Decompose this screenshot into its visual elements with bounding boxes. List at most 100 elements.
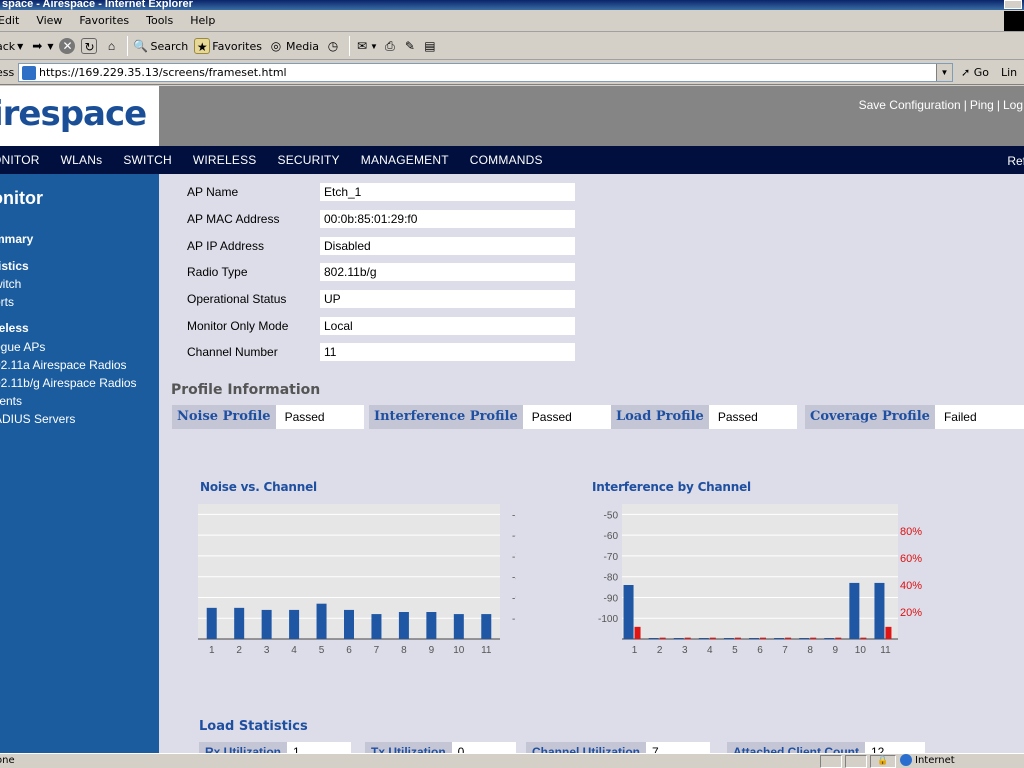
stop-icon[interactable]: ✕ (59, 38, 76, 54)
chevron-down-icon[interactable]: ▼ (936, 64, 952, 81)
menu-tools[interactable]: Tools (146, 14, 173, 27)
field-label: AP IP Address (187, 239, 264, 253)
chevron-down-icon[interactable]: ▼ (370, 42, 378, 51)
main-content: AP Name Etch_1 AP MAC Address 00:0b:85:0… (160, 174, 1024, 753)
load-value: 12 (865, 742, 925, 753)
edit-icon[interactable]: ✎ (402, 38, 418, 54)
bar (344, 609, 354, 639)
y2-tick-label: 40% (900, 580, 922, 592)
nav-wlans[interactable]: WLANs (61, 153, 103, 167)
bar (673, 638, 684, 639)
bar (634, 626, 641, 639)
nav-commands[interactable]: COMMANDS (470, 153, 543, 167)
home-icon[interactable]: ⌂ (103, 38, 119, 54)
sidebar-item-radius-servers[interactable]: ADIUS Servers (0, 412, 75, 426)
window-title: space - Airespace - Internet Explorer (2, 0, 193, 10)
bar (760, 637, 766, 639)
sidebar-item-radios-bg[interactable]: 02.11b/g Airespace Radios (0, 376, 137, 390)
ping-link[interactable]: Ping (970, 98, 994, 112)
back-button[interactable]: ack ▼ (0, 40, 23, 53)
bar (453, 614, 464, 639)
menu-help[interactable]: Help (190, 14, 215, 27)
sidebar-item-summary[interactable]: mmary (0, 232, 33, 246)
print-icon[interactable]: ⎙ (382, 38, 398, 54)
refresh-icon[interactable]: ↻ (81, 38, 98, 54)
sidebar-item-radios-a[interactable]: 02.11a Airespace Radios (0, 358, 127, 372)
y-tick-label: -100 (598, 614, 618, 625)
x-tick-label: 8 (807, 645, 813, 656)
page-icon (22, 65, 36, 80)
discuss-icon[interactable]: ▤ (422, 38, 438, 54)
chevron-down-icon: ▼ (47, 41, 54, 51)
y-tick-label: -60 (512, 531, 516, 542)
logout-link[interactable]: Log (1003, 98, 1023, 112)
search-button[interactable]: 🔍 Search (132, 38, 188, 54)
media-label: Media (285, 39, 320, 53)
minimize-button[interactable] (1004, 0, 1022, 9)
channel-number-value: 11 (320, 343, 575, 361)
refresh-link[interactable]: Refr (1007, 154, 1024, 168)
interference-by-channel-chart: -50 -60 -70 -80 -90 -100 1 2 3 4 5 6 7 8 9 10 11 80% 60% 40… (598, 504, 922, 656)
x-tick-label: 11 (880, 645, 891, 656)
nav-monitor[interactable]: ONITOR (0, 153, 40, 167)
y-tick-label: -90 (512, 593, 516, 604)
sidebar: onitor mmary tistics witch orts reless o… (0, 174, 159, 753)
favorites-button[interactable]: ★ Favorites (194, 38, 262, 54)
sidebar-item-ports[interactable]: orts (0, 295, 14, 309)
browser-toolbar: ack ▼ ➡ ▼ ✕ ↻ ⌂ 🔍 Search ★ Favorites ◎ M… (0, 33, 1024, 60)
nav-management[interactable]: MANAGEMENT (361, 153, 449, 167)
y-tick-label: -70 (604, 552, 619, 563)
airespace-logo: irespace (0, 94, 147, 134)
x-tick-label: 3 (264, 645, 270, 656)
x-tick-label: 6 (757, 645, 763, 656)
main-nav: ONITOR WLANs SWITCH WIRELESS SECURITY MA… (0, 146, 1024, 174)
y2-tick-label: 60% (900, 553, 922, 565)
go-button[interactable]: ➚ Go (961, 66, 989, 79)
nav-wireless[interactable]: WIRELESS (193, 153, 257, 167)
menu-view[interactable]: View (36, 14, 62, 27)
links-button[interactable]: Lin (1001, 66, 1017, 79)
sidebar-item-rogue-aps[interactable]: ogue APs (0, 340, 45, 354)
save-configuration-link[interactable]: Save Configuration (859, 98, 961, 112)
field-row: Operational Status UP (187, 290, 575, 308)
sidebar-item-clients[interactable]: lients (0, 394, 22, 408)
attached-client-count: Attached Client Count 12 (727, 742, 925, 753)
sidebar-item-switch[interactable]: witch (0, 277, 21, 291)
noise-vs-channel-chart: -50 -60 -70 -80 -90 -100 1 2 3 4 5 6 7 8 9 10 11 (198, 504, 516, 656)
chevron-down-icon: ▼ (17, 41, 24, 51)
field-label: Monitor Only Mode (187, 319, 289, 333)
web-page: irespace Save Configuration|Ping|Log ONI… (0, 86, 1024, 753)
field-label: AP Name (187, 185, 239, 199)
x-tick-label: 5 (319, 645, 325, 656)
field-label: AP MAC Address (187, 212, 280, 226)
coverage-profile: Coverage Profile Failed (805, 405, 1024, 429)
load-value: 0 (451, 742, 516, 753)
menu-edit[interactable]: Edit (0, 14, 19, 27)
address-input[interactable] (39, 66, 919, 79)
address-field[interactable]: ▼ (18, 63, 953, 82)
bar (810, 637, 817, 639)
nav-switch[interactable]: SWITCH (123, 153, 172, 167)
mail-icon[interactable]: ✉ (354, 38, 370, 54)
profile-information-title: Profile Information (171, 382, 321, 398)
globe-icon (900, 754, 912, 766)
menu-favorites[interactable]: Favorites (79, 14, 129, 27)
y-tick-label: -80 (604, 573, 619, 584)
field-row: AP MAC Address 00:0b:85:01:29:f0 (187, 210, 575, 228)
history-icon[interactable]: ◷ (325, 38, 341, 54)
ap-ip-value: Disabled (320, 237, 575, 255)
nav-security[interactable]: SECURITY (277, 153, 339, 167)
y2-tick-label: 80% (900, 526, 922, 538)
address-label: ess (0, 66, 15, 79)
radio-type-value: 802.11b/g (320, 263, 575, 281)
profile-value: Passed (708, 405, 797, 429)
go-label: Go (973, 66, 989, 79)
x-tick-label: 8 (401, 645, 407, 656)
bar (371, 614, 382, 639)
header-banner: irespace Save Configuration|Ping|Log (0, 86, 1024, 146)
search-icon: 🔍 (133, 39, 148, 53)
media-button[interactable]: ◎ Media (268, 38, 319, 54)
x-tick-label: 10 (855, 645, 867, 656)
forward-button[interactable]: ➡ ▼ (29, 38, 53, 54)
sidebar-section-wireless: reless (0, 321, 29, 335)
